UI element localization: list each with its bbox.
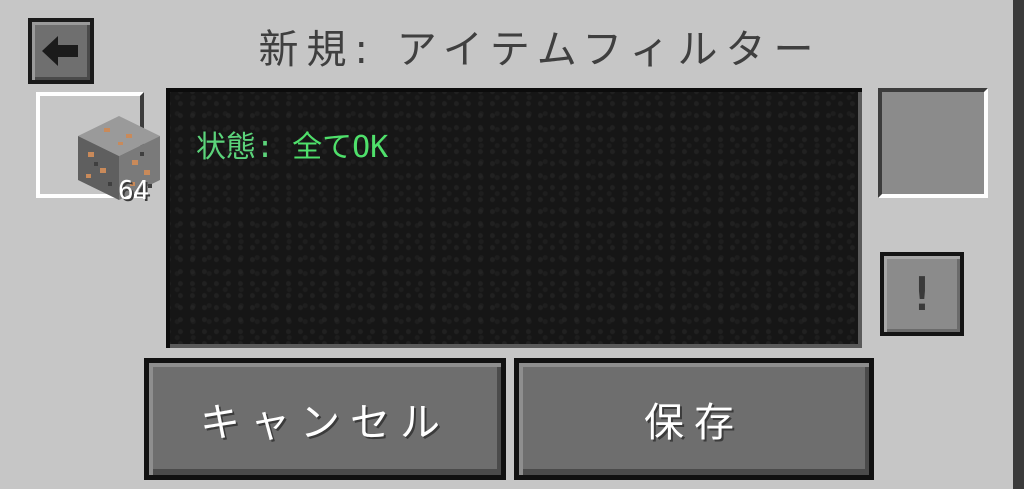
status-value: 全てOK [292,130,389,165]
save-button[interactable]: 保存 [514,358,874,480]
arrow-left-icon [42,36,78,66]
cancel-button-label: キャンセル [149,363,501,475]
status-label: 状態: [196,130,275,165]
status-line: 状態: 全てOK [196,122,388,166]
item-count: 64 [118,176,150,206]
preview-slot[interactable] [878,88,988,198]
panel-edge [1013,0,1024,489]
warning-button[interactable]: ! [880,252,964,336]
back-button[interactable] [28,18,94,84]
cancel-button[interactable]: キャンセル [144,358,506,480]
page-title: 新規: アイテムフィルター [258,27,822,73]
save-button-label: 保存 [519,363,869,475]
exclamation-icon: ! [884,256,960,332]
